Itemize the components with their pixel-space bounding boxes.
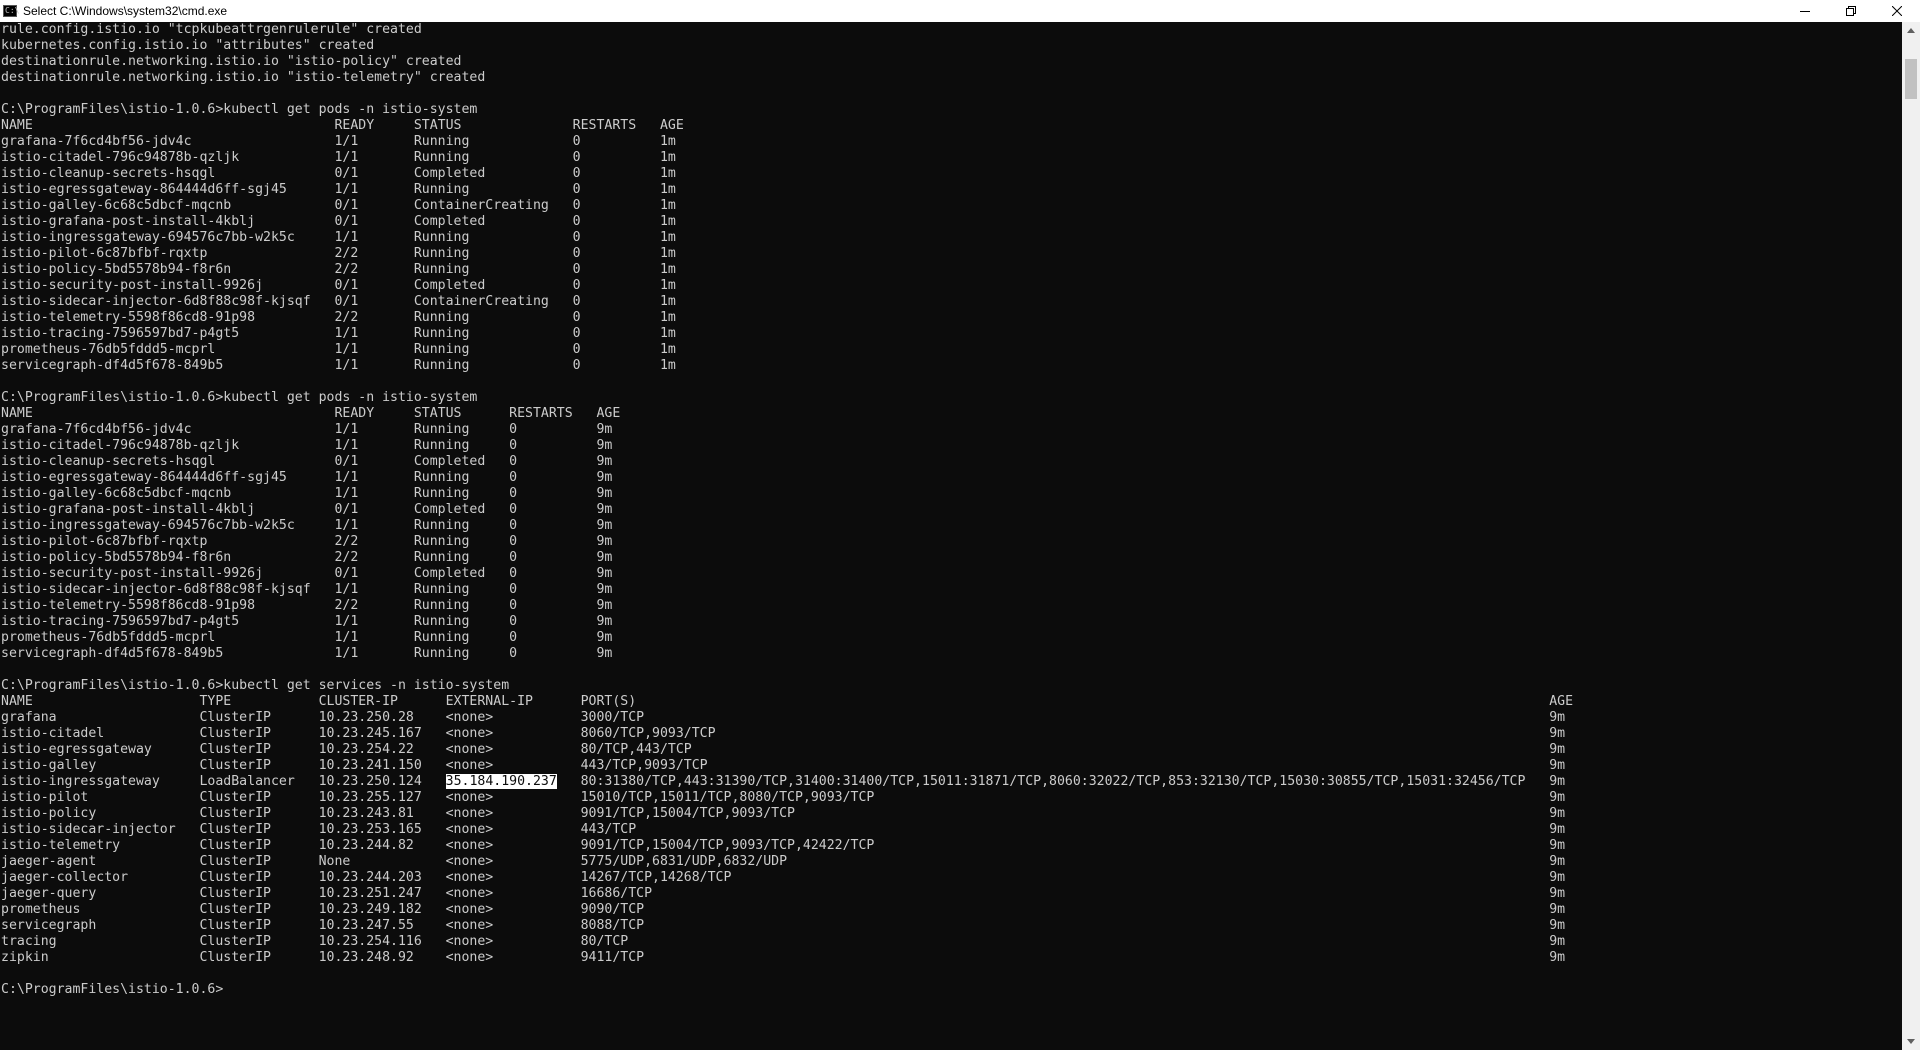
console-line: istio-galley-6c68c5dbcf-mqcnb 0/1 Contai…: [1, 198, 676, 213]
console-line: istio-sidecar-injector-6d8f88c98f-kjsqf …: [1, 582, 613, 597]
console-line: istio-tracing-7596597bd7-p4gt5 1/1 Runni…: [1, 326, 676, 341]
console-line: rule.config.istio.io "tcpkubeattrgenrule…: [1, 22, 422, 37]
console-line: istio-security-post-install-9926j 0/1 Co…: [1, 566, 613, 581]
console-line: istio-citadel-796c94878b-qzljk 1/1 Runni…: [1, 438, 613, 453]
console-line: istio-galley-6c68c5dbcf-mqcnb 1/1 Runnin…: [1, 486, 613, 501]
scroll-down-arrow-icon: [1907, 1039, 1915, 1044]
console-line: istio-telemetry-5598f86cd8-91p98 2/2 Run…: [1, 598, 613, 613]
maximize-icon: [1846, 6, 1856, 16]
console-line: istio-policy ClusterIP 10.23.243.81 <non…: [1, 806, 1566, 821]
console-line: istio-grafana-post-install-4kblj 0/1 Com…: [1, 214, 676, 229]
console-text[interactable]: rule.config.istio.io "tcpkubeattrgenrule…: [0, 22, 1902, 998]
console-line: jaeger-collector ClusterIP 10.23.244.203…: [1, 870, 1566, 885]
scroll-down-button[interactable]: [1902, 1033, 1920, 1050]
console-line: C:\ProgramFiles\istio-1.0.6>kubectl get …: [1, 102, 478, 117]
console-line: jaeger-query ClusterIP 10.23.251.247 <no…: [1, 886, 1566, 901]
cmd-icon: C:\: [3, 5, 20, 17]
console-line: istio-citadel-796c94878b-qzljk 1/1 Runni…: [1, 150, 676, 165]
console-line: kubernetes.config.istio.io "attributes" …: [1, 38, 375, 53]
console-line: istio-cleanup-secrets-hsqgl 0/1 Complete…: [1, 166, 676, 181]
close-icon: [1892, 6, 1902, 16]
close-button[interactable]: [1874, 0, 1920, 22]
scroll-up-button[interactable]: [1902, 22, 1920, 39]
console-output[interactable]: rule.config.istio.io "tcpkubeattrgenrule…: [0, 22, 1902, 1050]
console-line: tracing ClusterIP 10.23.254.116 <none> 8…: [1, 934, 1566, 949]
console-line: istio-egressgateway-864444d6ff-sgj45 1/1…: [1, 182, 676, 197]
console-line: C:\ProgramFiles\istio-1.0.6>kubectl get …: [1, 390, 478, 405]
console-line: grafana-7f6cd4bf56-jdv4c 1/1 Running 0 9…: [1, 422, 613, 437]
console-line: istio-pilot-6c87bfbf-rqxtp 2/2 Running 0…: [1, 534, 613, 549]
console-line: istio-security-post-install-9926j 0/1 Co…: [1, 278, 676, 293]
console-line: istio-grafana-post-install-4kblj 0/1 Com…: [1, 502, 613, 517]
console-line: prometheus ClusterIP 10.23.249.182 <none…: [1, 902, 1566, 917]
console-line: istio-telemetry-5598f86cd8-91p98 2/2 Run…: [1, 310, 676, 325]
console-line: istio-sidecar-injector ClusterIP 10.23.2…: [1, 822, 1566, 837]
console-line: C:\ProgramFiles\istio-1.0.6>kubectl get …: [1, 678, 510, 693]
console-line: istio-pilot-6c87bfbf-rqxtp 2/2 Running 0…: [1, 246, 676, 261]
scroll-up-arrow-icon: [1907, 28, 1915, 33]
console-line: istio-ingressgateway-694576c7bb-w2k5c 1/…: [1, 230, 676, 245]
console-line: istio-tracing-7596597bd7-p4gt5 1/1 Runni…: [1, 614, 613, 629]
console-line: servicegraph-df4d5f678-849b5 1/1 Running…: [1, 358, 676, 373]
console-line: istio-policy-5bd5578b94-f8r6n 2/2 Runnin…: [1, 262, 676, 277]
console-line: istio-telemetry ClusterIP 10.23.244.82 <…: [1, 838, 1566, 853]
console-line: zipkin ClusterIP 10.23.248.92 <none> 941…: [1, 950, 1566, 965]
console-line: servicegraph-df4d5f678-849b5 1/1 Running…: [1, 646, 613, 661]
console-line: istio-sidecar-injector-6d8f88c98f-kjsqf …: [1, 294, 676, 309]
vertical-scrollbar[interactable]: [1902, 22, 1920, 1050]
window-title: Select C:\Windows\system32\cmd.exe: [23, 4, 228, 18]
console-line: grafana-7f6cd4bf56-jdv4c 1/1 Running 0 1…: [1, 134, 676, 149]
console-line: C:\ProgramFiles\istio-1.0.6>: [1, 982, 224, 997]
maximize-button[interactable]: [1828, 0, 1874, 22]
console-line: NAME TYPE CLUSTER-IP EXTERNAL-IP PORT(S)…: [1, 694, 1574, 709]
console-line: NAME READY STATUS RESTARTS AGE: [1, 118, 684, 133]
console-line: istio-pilot ClusterIP 10.23.255.127 <non…: [1, 790, 1566, 805]
console-line: destinationrule.networking.istio.io "ist…: [1, 54, 462, 69]
console-line: istio-citadel ClusterIP 10.23.245.167 <n…: [1, 726, 1566, 741]
console-line: servicegraph ClusterIP 10.23.247.55 <non…: [1, 918, 1566, 933]
console-line: destinationrule.networking.istio.io "ist…: [1, 70, 486, 85]
console-line-text: istio-ingressgateway LoadBalancer 10.23.…: [1, 774, 446, 789]
scrollbar-thumb[interactable]: [1905, 59, 1917, 99]
console-line: istio-ingressgateway-694576c7bb-w2k5c 1/…: [1, 518, 613, 533]
console-line: jaeger-agent ClusterIP None <none> 5775/…: [1, 854, 1566, 869]
console-line: istio-egressgateway-864444d6ff-sgj45 1/1…: [1, 470, 613, 485]
console-line: istio-policy-5bd5578b94-f8r6n 2/2 Runnin…: [1, 550, 613, 565]
console-line: grafana ClusterIP 10.23.250.28 <none> 30…: [1, 710, 1566, 725]
console-line: istio-galley ClusterIP 10.23.241.150 <no…: [1, 758, 1566, 773]
window-titlebar[interactable]: C:\ Select C:\Windows\system32\cmd.exe: [0, 0, 1920, 22]
selected-text[interactable]: 35.184.190.237: [445, 774, 557, 789]
minimize-icon: [1800, 11, 1810, 12]
console-line: prometheus-76db5fddd5-mcprl 1/1 Running …: [1, 630, 613, 645]
console-line: NAME READY STATUS RESTARTS AGE: [1, 406, 621, 421]
console-line: istio-ingressgateway LoadBalancer 10.23.…: [1, 774, 1902, 790]
cmd-icon-label: C:\: [5, 6, 20, 15]
console-line-text: 80:31380/TCP,443:31390/TCP,31400:31400/T…: [556, 774, 1566, 789]
console-line: istio-cleanup-secrets-hsqgl 0/1 Complete…: [1, 454, 613, 469]
console-line: istio-egressgateway ClusterIP 10.23.254.…: [1, 742, 1566, 757]
minimize-button[interactable]: [1782, 0, 1828, 22]
console-line: prometheus-76db5fddd5-mcprl 1/1 Running …: [1, 342, 676, 357]
